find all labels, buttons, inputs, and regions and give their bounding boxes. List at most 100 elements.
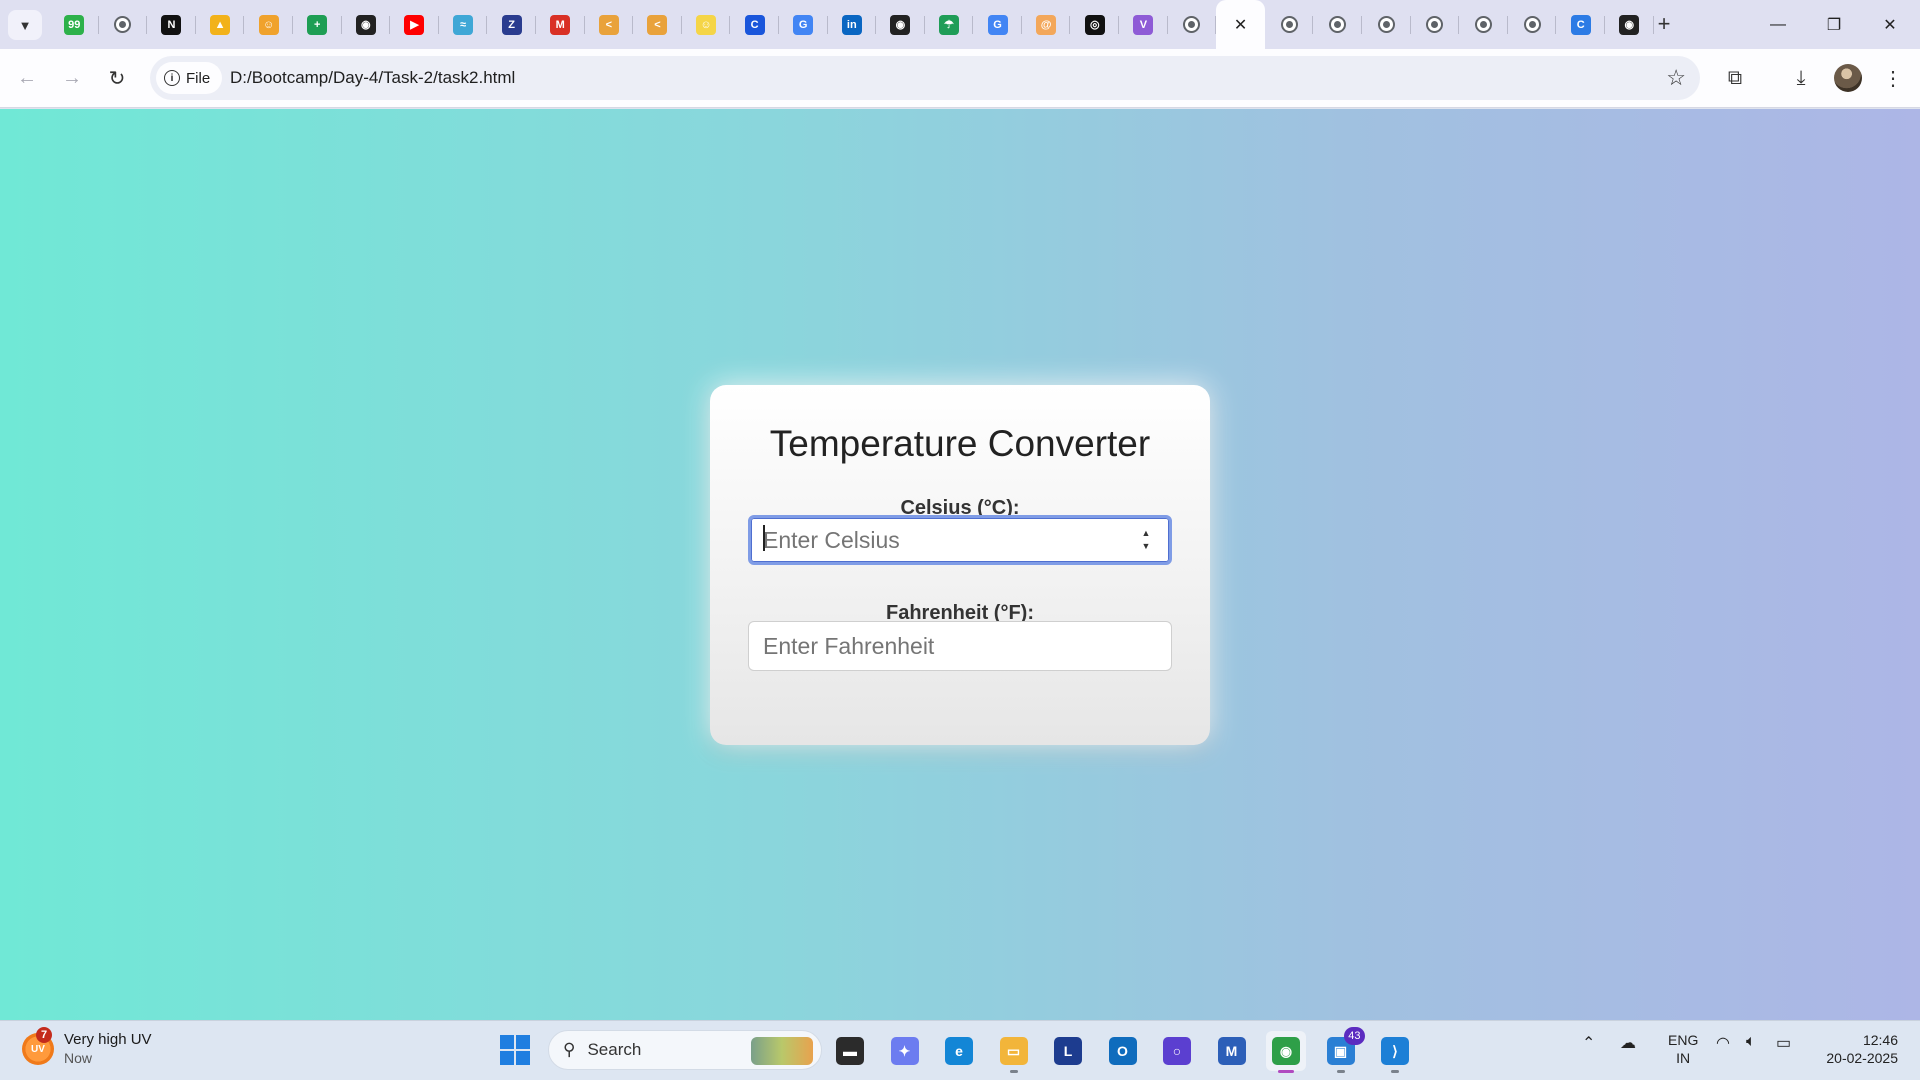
onedrive-offline-icon[interactable]: ☁ [1620,1033,1636,1053]
number-spinner[interactable]: ▲ ▼ [1136,525,1156,555]
l-app-taskbar-button[interactable]: L [1048,1031,1088,1071]
copilot-taskbar-button[interactable]: ✦ [885,1031,925,1071]
show-hidden-icons-button[interactable]: ⌃ [1582,1033,1595,1053]
pinned-tab[interactable] [1459,0,1508,49]
cortana-taskbar-button[interactable]: ○ [1157,1031,1197,1071]
globe-icon [1329,16,1347,33]
pinned-tab[interactable]: < [633,0,682,49]
taskbar-search[interactable]: ⚲ Search [548,1030,822,1070]
pinned-tab[interactable]: C [730,0,779,49]
pinned-tab[interactable] [1265,0,1314,49]
clock-time: 12:46 [1862,1032,1898,1048]
edge-icon: e [945,1037,973,1065]
pinned-tab[interactable]: ☺ [244,0,293,49]
pinned-tab[interactable]: ◉ [342,0,391,49]
celsius-input[interactable] [748,515,1172,565]
start-button[interactable] [500,1035,530,1065]
edge-taskbar-button[interactable]: e [939,1031,979,1071]
restore-button[interactable]: ❐ [1806,0,1862,49]
new-tab-button[interactable]: + [1648,8,1680,40]
file-explorer-taskbar-button[interactable]: ▭ [994,1031,1034,1073]
system-clock[interactable]: 12:46 20-02-2025 [1818,1031,1898,1067]
swirl-icon: @ [1036,14,1057,35]
bookmark-star-icon[interactable]: ☆ [1666,65,1686,91]
pinned-tab[interactable]: ☺ [682,0,731,49]
globe-icon [1523,16,1541,33]
pinned-tab[interactable]: M [536,0,585,49]
pinned-tab[interactable]: G [973,0,1022,49]
clock-date: 20-02-2025 [1826,1050,1898,1066]
downloads-button[interactable]: ⤓ [1784,61,1818,95]
text-caret [763,525,765,551]
url-text[interactable]: D:/Bootcamp/Day-4/Task-2/task2.html [230,68,515,88]
battery-icon[interactable]: ▭ [1776,1033,1791,1053]
globe-icon [1183,16,1201,33]
zeo-icon: Z [501,14,522,35]
forward-button[interactable]: → [55,61,89,95]
pinned-tab[interactable]: ▶ [390,0,439,49]
pinned-tab[interactable]: G [779,0,828,49]
pinned-tab[interactable] [1508,0,1557,49]
wifi-icon[interactable]: ◠ [1716,1033,1730,1053]
chrome-taskbar-button[interactable]: ◉ [1266,1031,1306,1073]
outlook-taskbar-button[interactable]: O [1103,1031,1143,1071]
pinned-tab[interactable]: C [1556,0,1605,49]
volume-icon[interactable]: 🔈︎ [1746,1033,1756,1051]
vscode-taskbar-button[interactable]: ⟩ [1375,1031,1415,1073]
vuetify-icon: V [1133,14,1154,35]
m365-taskbar-button[interactable]: M [1212,1031,1252,1071]
weather-subtitle: Now [64,1050,93,1066]
page-viewport: Temperature Converter Celsius (°C): ▲ ▼ … [0,109,1920,1020]
pinned-tab[interactable]: in [828,0,877,49]
menu-button[interactable]: ⋮ [1876,61,1910,95]
pinned-tab[interactable] [99,0,148,49]
pinned-tab[interactable]: ☂ [925,0,974,49]
pinned-tab[interactable] [1362,0,1411,49]
converter-card: Temperature Converter Celsius (°C): ▲ ▼ … [710,385,1210,745]
profile-avatar[interactable] [1834,64,1862,92]
tab-search-button[interactable]: ▼ [8,10,42,40]
windows-logo-icon [500,1035,514,1049]
active-tab[interactable]: ✕ [1216,0,1265,49]
pinned-tab[interactable]: ◎ [1070,0,1119,49]
pinned-tab[interactable]: N [147,0,196,49]
pinned-tab[interactable]: ≈ [439,0,488,49]
desktop-taskbar-button[interactable]: ▬ [830,1031,870,1071]
globe-icon [1280,16,1298,33]
back-button[interactable]: ← [10,61,44,95]
close-tab-icon[interactable]: ✕ [1234,15,1247,35]
pinned-tab[interactable]: + [293,0,342,49]
taskbar: UV 7 Very high UV Now ⚲ Search ▬ ✦ e ▭ L O ○ M ◉… [0,1020,1920,1080]
info-icon: i [164,70,180,86]
pinned-tab[interactable]: ◉ [1605,0,1654,49]
minimize-button[interactable]: — [1750,0,1806,49]
reload-button[interactable]: ↻ [100,61,134,95]
site-info-chip[interactable]: i File [156,62,223,94]
google-icon: G [987,14,1008,35]
extensions-button[interactable]: ⧉ [1718,61,1752,95]
pinned-tab[interactable] [1313,0,1362,49]
chevron-up-icon: ⌃ [1582,1035,1596,1052]
pinned-tab[interactable]: ▲ [196,0,245,49]
copilot-icon: ✦ [890,1037,919,1065]
pinned-tab[interactable]: @ [1022,0,1071,49]
gmail-icon: M [550,14,571,35]
pinned-tab[interactable] [1411,0,1460,49]
pinned-tab[interactable]: 99 [50,0,99,49]
pinned-tab[interactable]: ◉ [876,0,925,49]
pinned-tab[interactable]: Z [487,0,536,49]
fahrenheit-input[interactable] [748,621,1172,671]
pinned-tab[interactable]: V [1119,0,1168,49]
remote-desktop-taskbar-button[interactable]: ▣ 43 [1321,1027,1365,1073]
spin-down-icon[interactable]: ▼ [1142,542,1151,551]
address-bar[interactable]: i File D:/Bootcamp/Day-4/Task-2/task2.ht… [150,56,1700,100]
close-window-button[interactable]: ✕ [1862,0,1918,49]
pinned-tab[interactable]: < [585,0,634,49]
site-info-label: File [186,69,211,87]
running-indicator [1278,1070,1294,1073]
pinned-tab[interactable] [1168,0,1217,49]
c-logo-icon: C [744,14,765,35]
weather-widget[interactable]: UV 7 Very high UV Now [22,1027,152,1068]
input-language[interactable]: ENG IN [1668,1031,1698,1067]
spin-up-icon[interactable]: ▲ [1142,529,1151,538]
